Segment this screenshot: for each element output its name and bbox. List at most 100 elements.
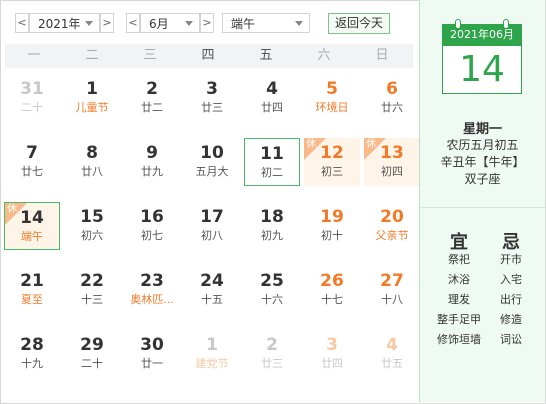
yi-item: 沐浴 xyxy=(448,273,470,286)
yi-item: 理发 xyxy=(448,293,470,306)
day-cell[interactable]: 2 廿三 xyxy=(244,330,300,378)
day-cell[interactable]: 25 十六 xyxy=(244,266,300,314)
lunar-label: 初二 xyxy=(261,166,283,179)
day-number: 3 xyxy=(326,335,338,355)
lunar-label: 父亲节 xyxy=(375,229,409,242)
day-cell[interactable]: 6 廿六 xyxy=(364,74,420,122)
day-cell[interactable]: 31 二十 xyxy=(4,74,60,122)
day-number: 22 xyxy=(80,271,104,291)
day-cell[interactable]: 11 初二 xyxy=(244,138,300,186)
day-cell[interactable]: 休 14 端午 xyxy=(4,202,60,250)
day-cell[interactable]: 28 十九 xyxy=(4,330,60,378)
yi-item: 整手足甲 xyxy=(437,313,481,326)
lunar-label: 廿八 xyxy=(81,165,103,178)
day-cell[interactable]: 9 廿九 xyxy=(124,138,180,186)
lunar-label: 夏至 xyxy=(21,293,43,306)
next-month-button[interactable]: > xyxy=(200,13,214,33)
month-select[interactable]: 6月 xyxy=(140,13,200,33)
lunar-label: 端午 xyxy=(21,230,43,243)
calendar-toolbar: < 2021年 > < 6月 > 端午 返回今天 xyxy=(0,0,418,40)
month-select-value: 6月 xyxy=(149,17,169,31)
day-cell[interactable]: 20 父亲节 xyxy=(364,202,420,250)
ji-item: 出行 xyxy=(500,293,522,306)
day-number: 10 xyxy=(200,143,224,163)
day-cell[interactable]: 29 二十 xyxy=(64,330,120,378)
day-cell[interactable]: 24 十五 xyxy=(184,266,240,314)
calendar-ring-icon xyxy=(503,19,509,29)
day-cell[interactable]: 4 廿四 xyxy=(244,74,300,122)
day-number: 13 xyxy=(380,143,404,163)
ji-item: 修造 xyxy=(500,313,522,326)
day-number: 26 xyxy=(320,271,344,291)
weekday-label: 日 xyxy=(375,48,389,63)
year-select[interactable]: 2021年 xyxy=(29,13,100,33)
weekday-label: 一 xyxy=(27,48,41,63)
weekday-text: 星期一 xyxy=(462,122,502,137)
lunar-label: 建党节 xyxy=(195,357,229,370)
ganzhi-text: 辛丑年【牛年】 xyxy=(440,155,525,169)
day-cell[interactable]: 5 环境日 xyxy=(304,74,360,122)
day-cell[interactable]: 4 廿五 xyxy=(364,330,420,378)
day-cell[interactable]: 10 五月大 xyxy=(184,138,240,186)
day-cell[interactable]: 23 奥林匹... xyxy=(124,266,180,314)
lunar-label: 廿四 xyxy=(321,357,343,370)
lunar-label: 五月大 xyxy=(195,165,229,178)
next-year-button[interactable]: > xyxy=(100,13,114,33)
day-number: 1 xyxy=(206,335,218,355)
day-cell[interactable]: 1 儿童节 xyxy=(64,74,120,122)
day-cell[interactable]: 15 初六 xyxy=(64,202,120,250)
date-card: 2021年06月 14 xyxy=(442,19,522,94)
weekday-label: 五 xyxy=(259,48,273,63)
lunar-label: 十三 xyxy=(81,293,103,306)
lunar-label: 十八 xyxy=(381,293,403,306)
date-detail-panel: 2021年06月 14 星期一 农历五月初五 辛丑年【牛年】 双子座 宜 忌 祭… xyxy=(419,0,545,402)
lunar-label: 初七 xyxy=(141,229,163,242)
day-number: 1 xyxy=(86,79,98,99)
lunar-label: 十七 xyxy=(321,293,343,306)
day-cell[interactable]: 休 13 初四 xyxy=(364,138,420,186)
day-cell[interactable]: 22 十三 xyxy=(64,266,120,314)
day-number: 9 xyxy=(146,143,158,163)
day-cell[interactable]: 1 建党节 xyxy=(184,330,240,378)
prev-year-button[interactable]: < xyxy=(15,13,29,33)
day-number: 30 xyxy=(140,335,164,355)
day-cell[interactable]: 休 12 初三 xyxy=(304,138,360,186)
lunar-label: 二十 xyxy=(21,101,43,114)
lunar-label: 廿七 xyxy=(21,165,43,178)
day-cell[interactable]: 19 初十 xyxy=(304,202,360,250)
date-card-day: 14 xyxy=(459,49,505,90)
day-cell[interactable]: 2 廿二 xyxy=(124,74,180,122)
lunar-label: 十九 xyxy=(21,357,43,370)
lunar-label: 初八 xyxy=(201,229,223,242)
chevron-down-icon xyxy=(185,21,193,26)
day-cell[interactable]: 27 十八 xyxy=(364,266,420,314)
day-cell[interactable]: 7 廿七 xyxy=(4,138,60,186)
back-to-today-button[interactable]: 返回今天 xyxy=(328,13,390,34)
holiday-select[interactable]: 端午 xyxy=(222,13,310,33)
day-cell[interactable]: 26 十七 xyxy=(304,266,360,314)
day-cell[interactable]: 21 夏至 xyxy=(4,266,60,314)
day-number: 21 xyxy=(20,271,44,291)
day-cell[interactable]: 18 初九 xyxy=(244,202,300,250)
day-number: 18 xyxy=(260,207,284,227)
day-number: 12 xyxy=(320,143,344,163)
day-cell[interactable]: 8 廿八 xyxy=(64,138,120,186)
day-number: 4 xyxy=(386,335,398,355)
prev-month-button[interactable]: < xyxy=(126,13,140,33)
day-number: 3 xyxy=(206,79,218,99)
day-cell[interactable]: 16 初七 xyxy=(124,202,180,250)
day-number: 27 xyxy=(380,271,404,291)
day-cell[interactable]: 17 初八 xyxy=(184,202,240,250)
lunar-label: 廿四 xyxy=(261,101,283,114)
day-cell[interactable]: 3 廿三 xyxy=(184,74,240,122)
day-number: 7 xyxy=(26,143,38,163)
ji-item: 词讼 xyxy=(500,333,522,346)
lunar-label: 初十 xyxy=(321,229,343,242)
day-number: 24 xyxy=(200,271,224,291)
yi-title: 宜 xyxy=(450,232,468,253)
day-cell[interactable]: 3 廿四 xyxy=(304,330,360,378)
ji-title: 忌 xyxy=(502,232,520,253)
lunar-label: 儿童节 xyxy=(75,101,109,114)
day-cell[interactable]: 30 廿一 xyxy=(124,330,180,378)
day-number: 29 xyxy=(80,335,104,355)
